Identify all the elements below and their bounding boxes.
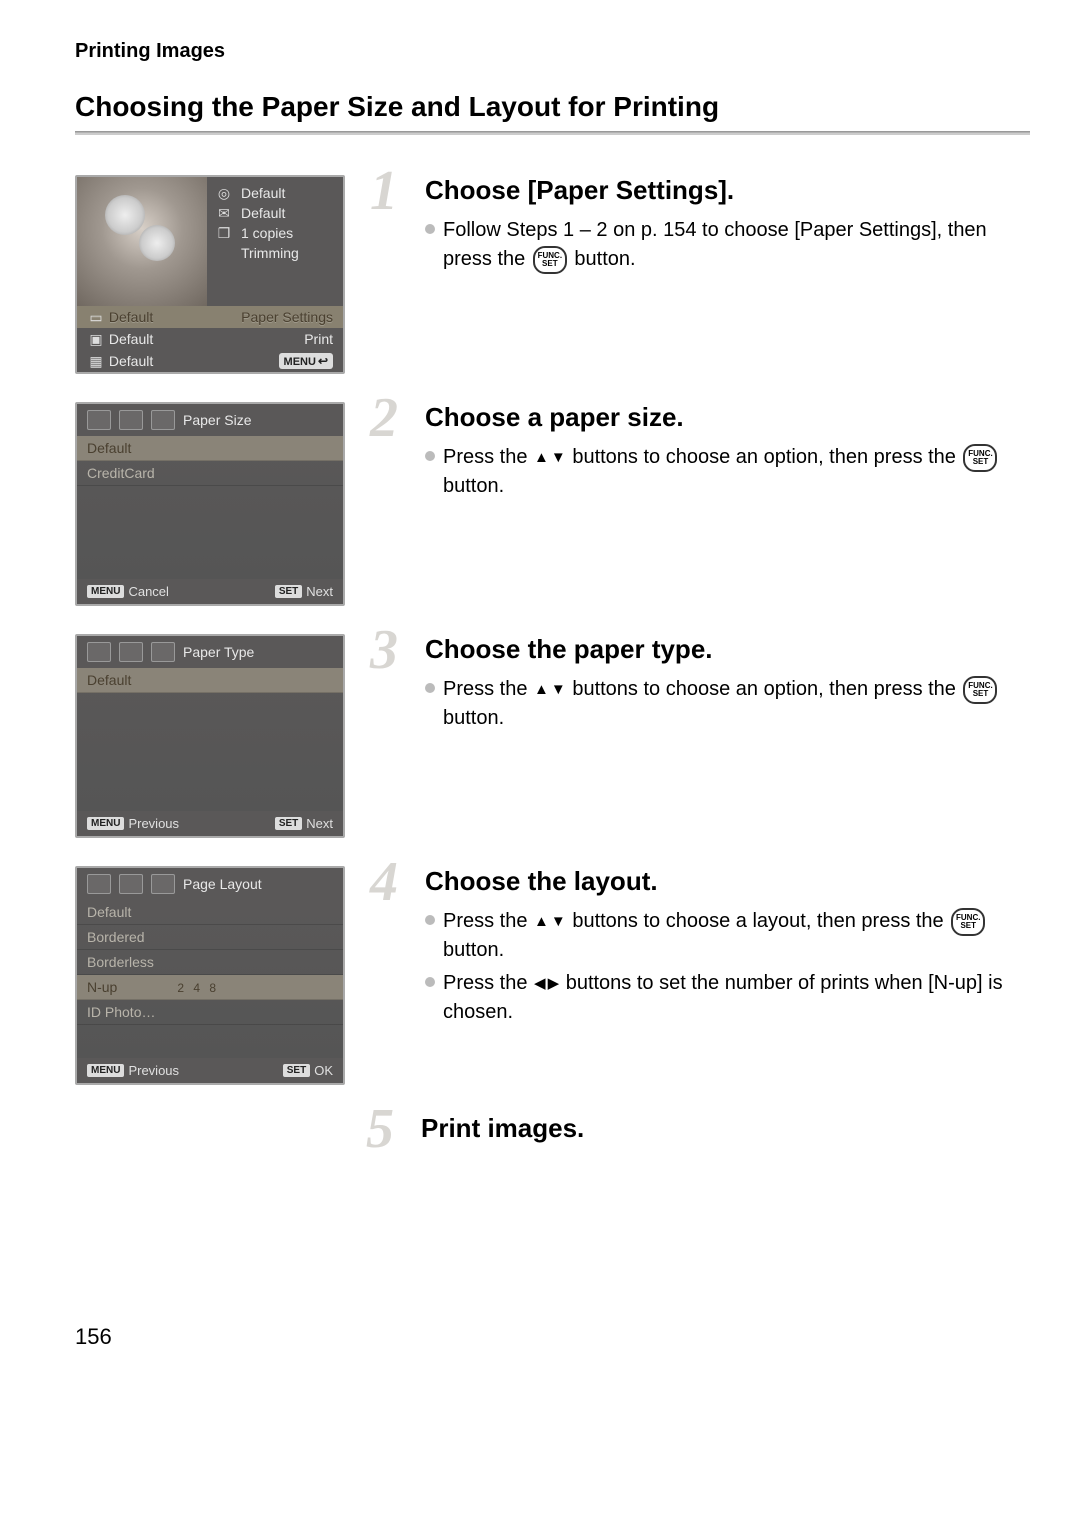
step-number-4: 4 [370,854,398,910]
list-item[interactable]: Default [77,436,343,461]
step-number-3: 3 [370,622,398,678]
tab-icon [87,874,111,894]
screen-paper-type: Paper Type Default MENUPrevious SETNext [75,634,345,838]
func-set-button-icon: FUNC.SET [533,246,567,274]
setting-label: Default [241,205,285,221]
step-4-body-1: Press the ▲▼ buttons to choose a layout,… [443,907,1030,965]
screen-title: Paper Type [183,644,254,660]
list-item-nup[interactable]: N-up2 4 8 [77,975,343,1000]
tab-icon [87,410,111,430]
down-arrow-icon: ▼ [551,679,566,701]
setting-label: 1 copies [241,225,293,241]
up-arrow-icon: ▲ [534,447,549,469]
right-arrow-icon: ▶ [548,973,560,995]
cancel-button[interactable]: MENUCancel [87,584,169,599]
func-set-button-icon: FUNC.SET [963,444,997,472]
screen-print-settings: ◎ Default ✉ Default ❐ 1 copies Trimming ▭ D… [75,175,345,374]
page-number: 156 [75,1324,1030,1350]
setting-label: Default [109,331,153,347]
left-arrow-icon: ◀ [534,973,546,995]
step-3-title: Choose the paper type. [425,634,1030,665]
up-arrow-icon: ▲ [534,911,549,933]
step-number-2: 2 [370,390,398,446]
check-circle-icon: ◎ [215,186,233,200]
tab-icon [151,642,175,662]
title-rule [75,131,1030,135]
setting-label: Default [109,353,153,369]
down-arrow-icon: ▼ [551,447,566,469]
previous-button[interactable]: MENUPrevious [87,816,179,831]
tab-icon [119,874,143,894]
step-2-body: Press the ▲▼ buttons to choose an option… [443,443,1030,501]
list-item[interactable]: Default [77,900,343,925]
setting-label: Default [109,309,153,325]
screen-page-layout: Page Layout Default Bordered Borderless … [75,866,345,1085]
screen-paper-size: Paper Size Default CreditCard MENUCancel… [75,402,345,606]
list-item[interactable]: Bordered [77,925,343,950]
step-1-body: Follow Steps 1 – 2 on p. 154 to choose [… [443,216,1030,274]
copies-icon: ❐ [215,226,233,240]
print-button[interactable]: Print [304,331,333,347]
tab-icon [119,410,143,430]
paper-icon: ▭ [87,311,105,325]
setting-label: Trimming [241,245,299,261]
bullet-icon [425,224,435,234]
nup-values: 2 4 8 [177,981,219,995]
bullet-icon [425,977,435,987]
step-5-title: Print images. [421,1113,1030,1144]
step-1-title: Choose [Paper Settings]. [425,175,1030,206]
blank-icon [215,246,233,260]
step-number-1: 1 [370,163,398,219]
screen-title: Page Layout [183,876,262,892]
tab-icon [151,874,175,894]
setting-label: Default [241,185,285,201]
step-3-body: Press the ▲▼ buttons to choose an option… [443,675,1030,733]
list-item[interactable]: Default [77,668,343,693]
printer-icon: ▣ [87,333,105,347]
page-title: Choosing the Paper Size and Layout for P… [75,91,1030,123]
tab-icon [87,642,111,662]
header-section: Printing Images [75,40,1030,63]
menu-return-button[interactable]: MENU [279,353,333,369]
step-4-title: Choose the layout. [425,866,1030,897]
next-button[interactable]: SETNext [275,584,333,599]
func-set-button-icon: FUNC.SET [963,676,997,704]
tab-icon [119,642,143,662]
screen-title: Paper Size [183,412,251,428]
list-item[interactable]: ID Photo… [77,1000,343,1025]
bullet-icon [425,683,435,693]
photo-thumbnail [77,177,207,306]
down-arrow-icon: ▼ [551,911,566,933]
step-4-body-2: Press the ◀▶ buttons to set the number o… [443,969,1030,1027]
up-arrow-icon: ▲ [534,679,549,701]
envelope-icon: ✉ [215,206,233,220]
tab-icon [151,410,175,430]
func-set-button-icon: FUNC.SET [951,908,985,936]
step-number-5: 5 [366,1101,394,1157]
next-button[interactable]: SETNext [275,816,333,831]
paper-settings-button[interactable]: Paper Settings [241,309,333,325]
list-item[interactable]: CreditCard [77,461,343,486]
bullet-icon [425,915,435,925]
list-item[interactable]: Borderless [77,950,343,975]
ok-button[interactable]: SETOK [283,1063,333,1078]
step-2-title: Choose a paper size. [425,402,1030,433]
layout-icon: ▦ [87,355,105,369]
previous-button[interactable]: MENUPrevious [87,1063,179,1078]
bullet-icon [425,451,435,461]
